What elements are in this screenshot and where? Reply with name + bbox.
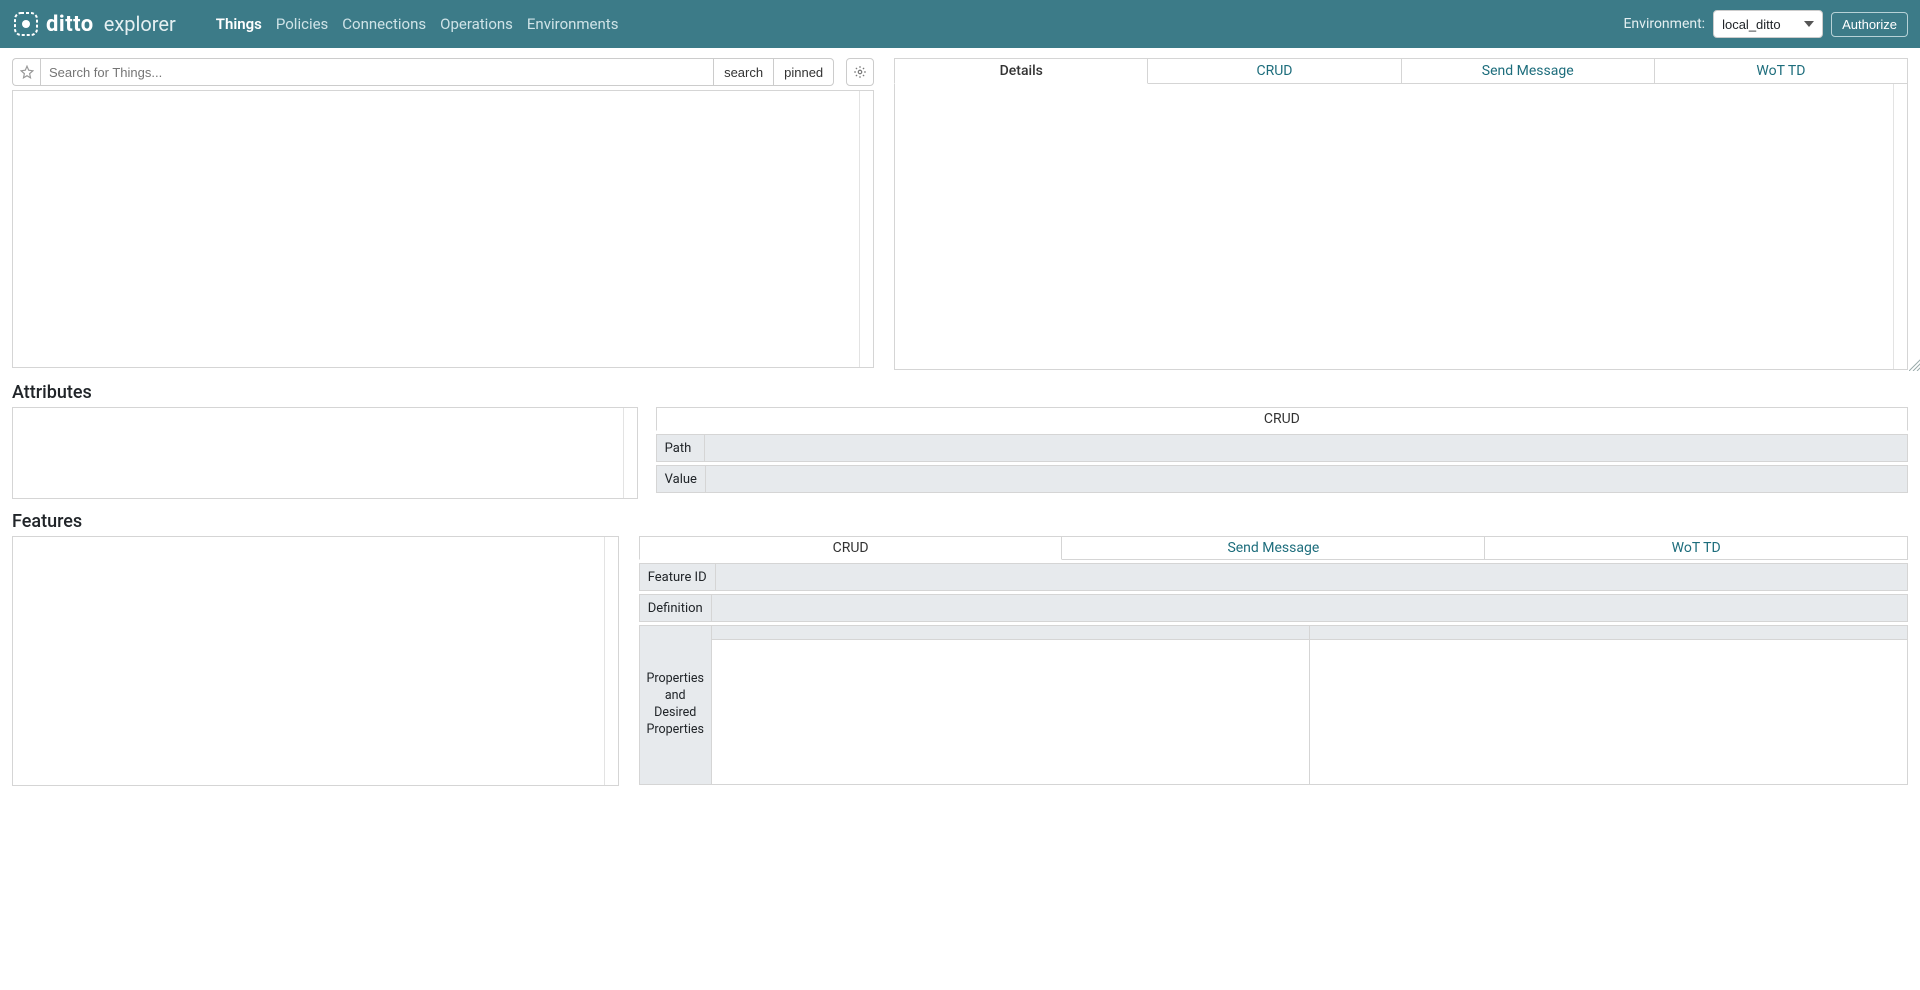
feature-tabs: CRUD Send Message WoT TD bbox=[639, 536, 1908, 560]
features-list[interactable] bbox=[12, 536, 619, 786]
nav-things[interactable]: Things bbox=[216, 15, 262, 33]
nav-links: Things Policies Connections Operations E… bbox=[216, 15, 619, 33]
navbar: ditto explorer Things Policies Connectio… bbox=[0, 0, 1920, 48]
attr-value-label: Value bbox=[656, 465, 705, 493]
pinned-button[interactable]: pinned bbox=[773, 58, 834, 86]
feature-definition-input[interactable] bbox=[711, 594, 1908, 622]
environment-label: Environment: bbox=[1623, 16, 1705, 32]
attributes-tab-crud[interactable]: CRUD bbox=[656, 407, 1908, 431]
things-search-input[interactable] bbox=[40, 58, 713, 86]
search-button[interactable]: search bbox=[713, 58, 773, 86]
feature-tab-crud[interactable]: CRUD bbox=[639, 536, 1063, 560]
tab-crud[interactable]: CRUD bbox=[1148, 58, 1401, 84]
search-settings-button[interactable] bbox=[846, 58, 874, 86]
feature-properties-panel: Properties and Desired Properties bbox=[639, 625, 1908, 785]
nav-operations[interactable]: Operations bbox=[440, 15, 513, 33]
resize-handle[interactable] bbox=[1909, 359, 1920, 371]
nav-connections[interactable]: Connections bbox=[342, 15, 426, 33]
feature-properties-editor[interactable] bbox=[712, 626, 1310, 784]
favorite-toggle[interactable] bbox=[12, 58, 40, 86]
brand: ditto explorer bbox=[12, 10, 176, 38]
scrollbar[interactable] bbox=[859, 91, 873, 367]
feature-definition-label: Definition bbox=[639, 594, 711, 622]
brand-sub: explorer bbox=[104, 12, 176, 36]
thing-tabs: Details CRUD Send Message WoT TD bbox=[894, 58, 1908, 84]
feature-properties-label: Properties and Desired Properties bbox=[640, 626, 712, 784]
feature-tab-send-message[interactable]: Send Message bbox=[1062, 536, 1485, 560]
tab-details[interactable]: Details bbox=[894, 58, 1148, 84]
feature-id-input[interactable] bbox=[715, 563, 1908, 591]
tab-send-message[interactable]: Send Message bbox=[1402, 58, 1655, 84]
attributes-heading: Attributes bbox=[12, 382, 1908, 403]
scrollbar[interactable] bbox=[1893, 84, 1907, 369]
feature-id-label: Feature ID bbox=[639, 563, 715, 591]
attr-path-input[interactable] bbox=[704, 434, 1908, 462]
environment-select[interactable]: local_ditto bbox=[1713, 10, 1823, 38]
features-heading: Features bbox=[12, 511, 1908, 532]
attributes-list[interactable] bbox=[12, 407, 638, 499]
brand-name: ditto bbox=[46, 12, 94, 37]
feature-tab-wot-td[interactable]: WoT TD bbox=[1485, 536, 1908, 560]
nav-policies[interactable]: Policies bbox=[276, 15, 328, 33]
nav-environments[interactable]: Environments bbox=[527, 15, 619, 33]
gear-icon bbox=[853, 65, 867, 79]
scrollbar[interactable] bbox=[604, 537, 618, 785]
attr-value-input[interactable] bbox=[705, 465, 1908, 493]
ditto-logo-icon bbox=[12, 10, 40, 38]
feature-desired-properties-editor[interactable] bbox=[1310, 626, 1907, 784]
things-search-toolbar: search pinned bbox=[12, 58, 874, 86]
scrollbar[interactable] bbox=[623, 408, 637, 498]
tab-wot-td[interactable]: WoT TD bbox=[1655, 58, 1908, 84]
thing-details-panel bbox=[894, 84, 1908, 370]
things-list[interactable] bbox=[12, 90, 874, 368]
attr-path-label: Path bbox=[656, 434, 704, 462]
star-icon bbox=[20, 65, 34, 79]
authorize-button[interactable]: Authorize bbox=[1831, 12, 1908, 37]
